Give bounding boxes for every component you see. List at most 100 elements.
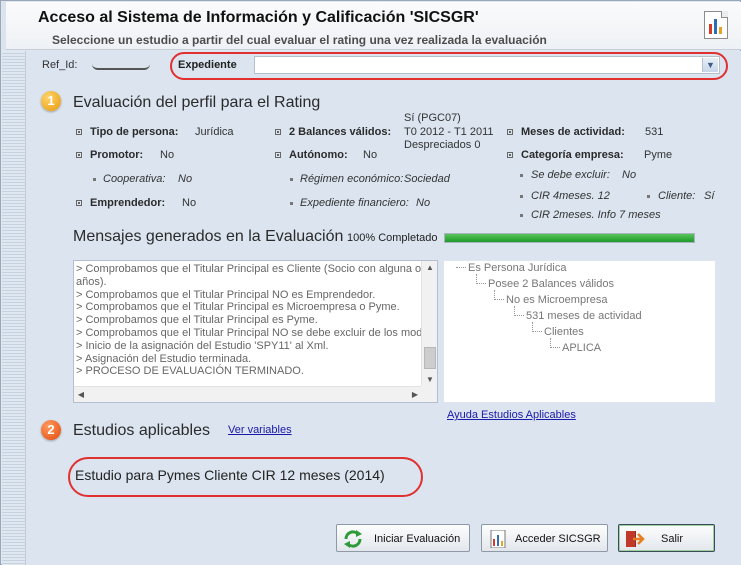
scroll-thumb[interactable]: [424, 347, 436, 369]
expediente-financiero-label: Expediente financiero:: [300, 197, 409, 209]
progress-label: 100% Completado: [347, 232, 438, 244]
expediente-financiero-value: No: [416, 197, 431, 209]
balances-value-1: Sí (PGC07): [404, 112, 461, 124]
bullet-dot: [520, 174, 523, 177]
message-line: años).: [76, 275, 107, 288]
emprendedor-value: No: [182, 197, 197, 209]
tree-connector: [532, 322, 542, 332]
cliente-value: Sí: [704, 190, 715, 202]
tree-connector: [550, 338, 560, 348]
tree-connector: [476, 274, 486, 284]
balances-value-3: Despreciados 0: [404, 139, 481, 151]
scroll-up-icon[interactable]: ▲: [422, 261, 437, 275]
cir-4meses: CIR 4meses. 12: [531, 190, 610, 202]
tree-node[interactable]: Posee 2 Balances válidos: [488, 278, 614, 290]
message-line: > Comprobamos que el Titular Principal N…: [76, 288, 376, 301]
salir-label: Salir: [661, 533, 684, 545]
iniciar-evaluacion-button[interactable]: Iniciar Evaluación: [336, 524, 470, 552]
refresh-icon: [344, 530, 362, 548]
message-line: > Comprobamos que el Titular Principal e…: [76, 301, 400, 314]
section-title-perfil: Evaluación del perfil para el Rating: [73, 94, 321, 111]
emprendedor-label: Emprendedor:: [90, 197, 166, 209]
report-fold: [721, 11, 728, 18]
message-line: > Inicio de la asignación del Estudio 'S…: [76, 339, 329, 352]
categoria-value: Pyme: [644, 149, 673, 161]
header-strip: [2, 2, 6, 50]
tree-connector: [494, 290, 504, 300]
side-pattern: [2, 51, 26, 565]
step-two-badge: 2: [41, 420, 61, 440]
tipo-persona-label: Tipo de persona:: [90, 126, 179, 138]
cooperativa-value: No: [178, 173, 193, 185]
balances-value-2: T0 2012 - T1 2011: [404, 126, 494, 138]
tree-node[interactable]: Clientes: [544, 326, 584, 338]
messages-text: > Comprobamos que el Titular Principal e…: [76, 263, 421, 378]
se-debe-excluir-label: Se debe excluir:: [531, 169, 610, 181]
acceder-sicsgr-button[interactable]: Acceder SICSGR: [481, 524, 608, 552]
ref-id-label: Ref_Id:: [42, 59, 78, 71]
bullet-icon: [507, 152, 513, 158]
scroll-corner: [421, 386, 437, 402]
bullet-icon: [275, 152, 281, 158]
exit-icon: [626, 531, 645, 547]
section-title-estudios: Estudios aplicables: [73, 422, 210, 439]
app-title: Acceso al Sistema de Información y Calif…: [38, 9, 479, 26]
report-chart-icon[interactable]: [704, 11, 728, 39]
autonomo-value: No: [363, 149, 378, 161]
regimen-value: Sociedad: [404, 173, 450, 185]
scroll-down-icon[interactable]: ▼: [422, 373, 437, 387]
ver-variables-link[interactable]: Ver variables: [228, 424, 292, 436]
ayuda-estudios-link[interactable]: Ayuda Estudios Aplicables: [447, 409, 576, 421]
autonomo-label: Autónomo:: [289, 149, 348, 161]
categoria-label: Categoría empresa:: [521, 149, 624, 161]
report-bar: [714, 19, 717, 34]
header-bar: Acceso al Sistema de Información y Calif…: [2, 2, 741, 50]
rules-tree[interactable]: Es Persona Jurídica Posee 2 Balances vál…: [443, 260, 716, 403]
app-subtitle: Seleccione un estudio a partir del cual …: [52, 33, 547, 47]
message-line: > PROCESO DE EVALUACIÓN TERMINADO.: [76, 365, 304, 378]
bullet-icon: [76, 200, 82, 206]
bullet-icon: [507, 129, 513, 135]
cliente-label: Cliente:: [658, 190, 696, 202]
step-one-badge: 1: [41, 91, 61, 111]
bullet-dot: [520, 195, 523, 198]
bullet-icon: [275, 129, 281, 135]
regimen-label: Régimen económico:: [300, 173, 404, 185]
report-icon: [490, 530, 506, 548]
message-line: > Comprobamos que el Titular Principal e…: [76, 314, 318, 327]
meses-actividad-label: Meses de actividad:: [521, 126, 625, 138]
tree-connector: [514, 306, 524, 316]
cooperativa-label: Cooperativa:: [103, 173, 166, 185]
progress-bar: [444, 233, 695, 243]
report-bar: [719, 27, 722, 34]
tree-node[interactable]: No es Microempresa: [506, 294, 607, 306]
balances-label: 2 Balances válidos:: [289, 126, 392, 138]
tree-node[interactable]: Es Persona Jurídica: [468, 262, 566, 274]
message-line: > Comprobamos que el Titular Principal N…: [76, 326, 421, 339]
promotor-value: No: [160, 149, 175, 161]
promotor-label: Promotor:: [90, 149, 144, 161]
tree-connector: [456, 267, 466, 268]
cir-2meses: CIR 2meses. Info 7 meses: [531, 209, 661, 221]
highlight-oval: [170, 52, 728, 80]
progress-fill: [445, 234, 694, 242]
vertical-scrollbar[interactable]: ▲ ▼: [421, 261, 437, 387]
messages-textarea[interactable]: > Comprobamos que el Titular Principal e…: [73, 260, 438, 403]
ref-id-value: [92, 60, 150, 70]
salir-button[interactable]: Salir: [618, 524, 715, 552]
scroll-right-icon[interactable]: ▶: [408, 387, 422, 402]
highlight-oval: [68, 457, 423, 497]
acceder-sicsgr-label: Acceder SICSGR: [515, 533, 601, 545]
bullet-dot: [647, 195, 650, 198]
se-debe-excluir-value: No: [622, 169, 637, 181]
iniciar-evaluacion-label: Iniciar Evaluación: [374, 533, 461, 545]
bullet-dot: [290, 202, 293, 205]
bullet-dot: [520, 214, 523, 217]
section-title-mensajes: Mensajes generados en la Evaluación: [73, 228, 344, 245]
message-line: > Asignación del Estudio terminada.: [76, 352, 252, 365]
scroll-left-icon[interactable]: ◀: [74, 387, 88, 402]
tree-node[interactable]: APLICA: [562, 342, 601, 354]
meses-actividad-value: 531: [645, 126, 664, 138]
tree-node[interactable]: 531 meses de actividad: [526, 310, 642, 322]
horizontal-scrollbar[interactable]: ◀ ▶: [74, 386, 422, 402]
